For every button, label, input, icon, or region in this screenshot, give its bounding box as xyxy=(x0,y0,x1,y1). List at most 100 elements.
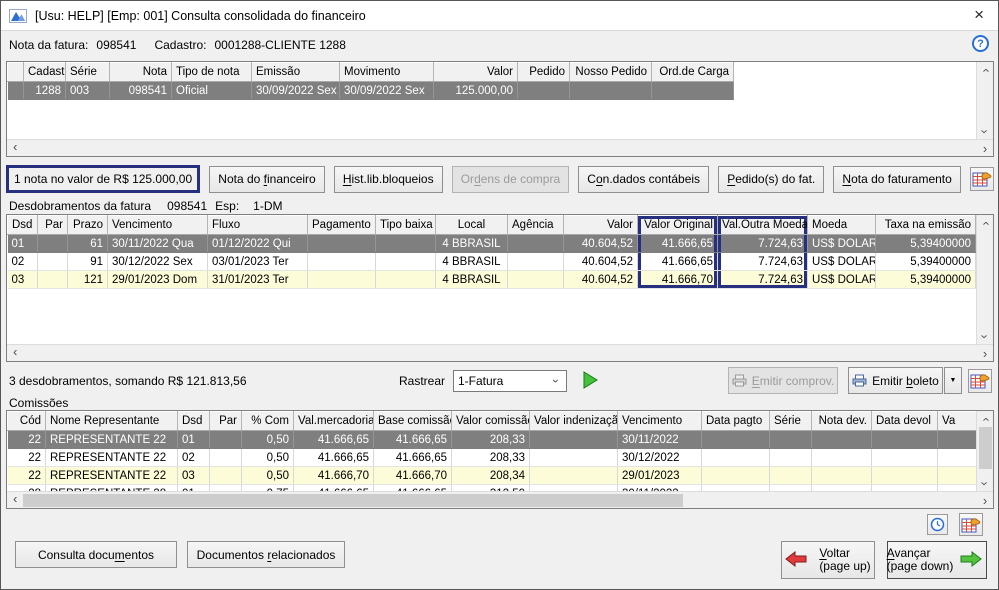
cell[interactable] xyxy=(702,449,770,467)
column-header[interactable]: Pagamento xyxy=(308,216,376,235)
cell[interactable] xyxy=(308,253,376,271)
scroll-down-icon[interactable]: › xyxy=(977,328,993,344)
scrollbar-thumb[interactable] xyxy=(979,427,992,469)
column-header[interactable]: Prazo xyxy=(68,216,108,235)
cell[interactable] xyxy=(938,431,977,449)
emitir-boleto-button[interactable]: Emitir boleto xyxy=(848,367,943,394)
cell[interactable] xyxy=(938,449,977,467)
cell[interactable] xyxy=(770,431,812,449)
column-header[interactable]: Data devol xyxy=(872,412,938,431)
export-spreadsheet-icon[interactable] xyxy=(970,167,994,191)
nota-financeiro-button[interactable]: Nota do financeiro xyxy=(209,166,324,193)
cell[interactable]: 22 xyxy=(8,449,46,467)
column-header[interactable]: Valor indenização xyxy=(530,412,618,431)
column-header[interactable]: Moeda xyxy=(808,216,876,235)
column-header[interactable]: Ord.de Carga xyxy=(652,63,734,82)
column-header[interactable]: Nota dev. xyxy=(812,412,872,431)
cell[interactable] xyxy=(210,467,242,485)
clock-icon[interactable] xyxy=(927,514,948,535)
notas-horizontal-scrollbar[interactable]: › › xyxy=(7,139,993,156)
scroll-up-icon[interactable]: › xyxy=(977,62,993,78)
cell[interactable] xyxy=(770,449,812,467)
cell[interactable]: 41.666,70 xyxy=(638,271,718,289)
cell[interactable]: 41.666,65 xyxy=(294,449,374,467)
cell[interactable] xyxy=(652,82,734,100)
avancar-button[interactable]: Avançar (page down) xyxy=(887,541,987,579)
cell[interactable]: REPRESENTANTE 22 xyxy=(46,467,178,485)
table-row[interactable]: 22REPRESENTANTE 22030,5041.666,7041.666,… xyxy=(8,467,977,485)
cell[interactable]: 30/12/2022 xyxy=(618,449,702,467)
column-header[interactable]: Valor comissão xyxy=(452,412,530,431)
cell[interactable] xyxy=(530,449,618,467)
cell[interactable]: 02 xyxy=(8,253,38,271)
cell[interactable] xyxy=(308,235,376,253)
table-row[interactable]: 0312129/01/2023 Dom31/01/2023 Ter4 BBRAS… xyxy=(8,271,976,289)
column-header[interactable]: Série xyxy=(66,63,110,82)
cell[interactable]: 03 xyxy=(178,467,210,485)
cell[interactable]: 0,50 xyxy=(242,467,294,485)
cell[interactable]: 03/01/2023 Ter xyxy=(208,253,308,271)
scroll-right-icon[interactable]: › xyxy=(977,492,993,508)
cell[interactable]: 30/11/2022 xyxy=(618,431,702,449)
cell[interactable]: 30/09/2022 Sex xyxy=(252,82,340,100)
column-header[interactable]: Va xyxy=(938,412,977,431)
cell[interactable] xyxy=(376,253,436,271)
cell[interactable] xyxy=(508,235,564,253)
cell[interactable]: 41.666,65 xyxy=(374,449,452,467)
cell[interactable]: 41.666,70 xyxy=(374,467,452,485)
pedidos-fat-button[interactable]: Pedido(s) do fat. xyxy=(718,166,824,193)
cell[interactable]: 4 BBRASIL xyxy=(436,253,508,271)
cell[interactable]: 7.724,63 xyxy=(718,253,808,271)
comissoes-horizontal-scrollbar[interactable]: › › xyxy=(7,491,993,508)
chevron-down-icon[interactable]: › xyxy=(548,373,564,389)
column-header[interactable]: Movimento xyxy=(340,63,434,82)
cell[interactable]: 01 xyxy=(8,235,38,253)
scroll-down-icon[interactable]: › xyxy=(977,475,993,491)
scroll-up-icon[interactable]: › xyxy=(977,411,993,427)
notas-vertical-scrollbar[interactable]: › › xyxy=(976,62,993,139)
desdobramentos-vertical-scrollbar[interactable]: › › xyxy=(976,215,993,344)
column-header[interactable]: Data pagto xyxy=(702,412,770,431)
cell[interactable]: 1288 xyxy=(24,82,66,100)
scrollbar-thumb[interactable] xyxy=(23,494,683,507)
scroll-left-icon[interactable]: › xyxy=(7,492,23,508)
cell[interactable]: 7.724,63 xyxy=(718,235,808,253)
cell[interactable]: 5,39400000 xyxy=(876,235,976,253)
cell[interactable]: 22 xyxy=(8,467,46,485)
cell[interactable]: 61 xyxy=(68,235,108,253)
cell[interactable] xyxy=(872,467,938,485)
table-row[interactable]: 029130/12/2022 Sex03/01/2023 Ter4 BBRASI… xyxy=(8,253,976,271)
cell[interactable] xyxy=(210,431,242,449)
cell[interactable] xyxy=(812,467,872,485)
cell[interactable]: 29/01/2023 xyxy=(618,467,702,485)
cell[interactable]: US$ DOLAR xyxy=(808,253,876,271)
scroll-right-icon[interactable]: › xyxy=(977,345,993,361)
column-header[interactable]: Nota xyxy=(110,63,172,82)
cell[interactable] xyxy=(570,82,652,100)
column-header[interactable]: Cód xyxy=(8,412,46,431)
hist-lib-bloqueios-button[interactable]: Hist.lib.bloqueios xyxy=(334,166,443,193)
cell[interactable]: US$ DOLAR xyxy=(808,271,876,289)
column-header[interactable]: Vencimento xyxy=(108,216,208,235)
scroll-left-icon[interactable]: › xyxy=(7,345,23,361)
cell[interactable] xyxy=(872,449,938,467)
column-header[interactable]: Tipo baixa xyxy=(376,216,436,235)
cell[interactable]: 40.604,52 xyxy=(564,271,638,289)
cell[interactable]: 121 xyxy=(68,271,108,289)
cell[interactable] xyxy=(210,449,242,467)
column-header[interactable]: Nosso Pedido xyxy=(570,63,652,82)
table-row[interactable]: 1288003098541Oficial30/09/2022 Sex30/09/… xyxy=(8,82,734,100)
rastrear-combobox[interactable]: 1-Fatura › xyxy=(453,370,567,392)
column-header[interactable]: Emissão xyxy=(252,63,340,82)
table-row[interactable]: 22REPRESENTANTE 22020,5041.666,6541.666,… xyxy=(8,449,977,467)
con-dados-contabeis-button[interactable]: Con.dados contábeis xyxy=(578,166,709,193)
cell[interactable]: 31/01/2023 Ter xyxy=(208,271,308,289)
cell[interactable]: 208,33 xyxy=(452,431,530,449)
documentos-relacionados-button[interactable]: Documentos relacionados xyxy=(187,541,345,568)
export-spreadsheet-icon[interactable] xyxy=(959,513,983,536)
cell[interactable]: 208,33 xyxy=(452,449,530,467)
cell[interactable]: REPRESENTANTE 22 xyxy=(46,449,178,467)
column-header[interactable]: Local xyxy=(436,216,508,235)
cell[interactable]: 003 xyxy=(66,82,110,100)
cell[interactable]: 30/09/2022 Sex xyxy=(340,82,434,100)
